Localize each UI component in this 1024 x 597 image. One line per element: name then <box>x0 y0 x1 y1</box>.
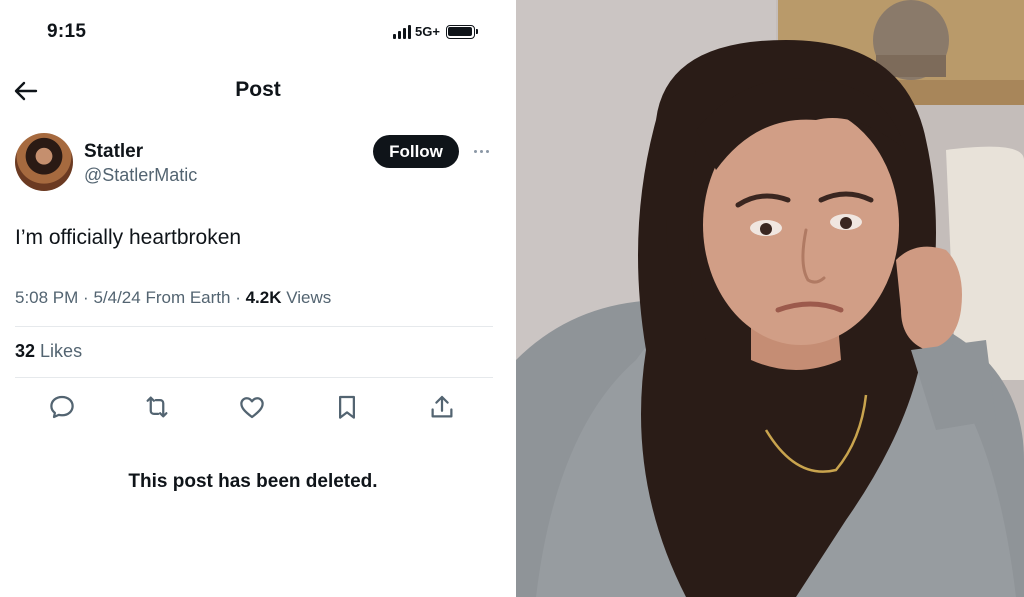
divider <box>15 326 493 327</box>
repost-icon[interactable] <box>142 392 172 422</box>
battery-icon <box>445 24 478 39</box>
network-label: 5G+ <box>415 24 440 39</box>
views-count: 4.2K <box>245 288 282 307</box>
more-options-icon[interactable] <box>469 143 493 159</box>
likes-count: 32 <box>15 341 36 361</box>
divider <box>15 377 493 378</box>
views-label: Views <box>286 288 332 307</box>
likes-label: Likes <box>40 341 83 361</box>
status-bar: 9:15 5G+ <box>0 0 516 60</box>
post-meta: 5:08 PM · 5/4/24 From Earth · 4.2K Views <box>15 288 331 308</box>
author-name[interactable]: Statler <box>84 141 143 163</box>
status-indicators: 5G+ <box>393 24 478 39</box>
meta-separator: · <box>83 288 94 307</box>
status-time: 9:15 <box>47 21 87 42</box>
reaction-photo <box>516 0 1024 597</box>
bookmark-icon[interactable] <box>332 392 362 422</box>
reply-icon[interactable] <box>47 392 77 422</box>
deleted-notice: This post has been deleted. <box>128 471 378 492</box>
page-title: Post <box>235 78 281 101</box>
tweet-screenshot: 9:15 5G+ Post Statler @StatlerMatic Foll… <box>0 0 516 597</box>
likes-row[interactable]: 32 Likes <box>15 341 82 362</box>
follow-button[interactable]: Follow <box>373 135 459 168</box>
post-source: From Earth <box>145 288 231 307</box>
like-icon[interactable] <box>237 392 267 422</box>
avatar[interactable] <box>15 133 73 191</box>
author-row: Statler @StatlerMatic Follow <box>15 133 495 193</box>
post-date: 5/4/24 <box>93 288 141 307</box>
share-icon[interactable] <box>427 392 457 422</box>
post-text: I’m officially heartbroken <box>15 226 242 249</box>
action-bar <box>0 390 516 424</box>
author-handle[interactable]: @StatlerMatic <box>84 165 197 186</box>
woman-photo-illustration <box>516 0 1024 597</box>
nav-header: Post <box>0 68 516 112</box>
post-time: 5:08 PM <box>15 288 79 307</box>
meta-separator: · <box>235 288 246 307</box>
signal-icon <box>393 24 411 39</box>
